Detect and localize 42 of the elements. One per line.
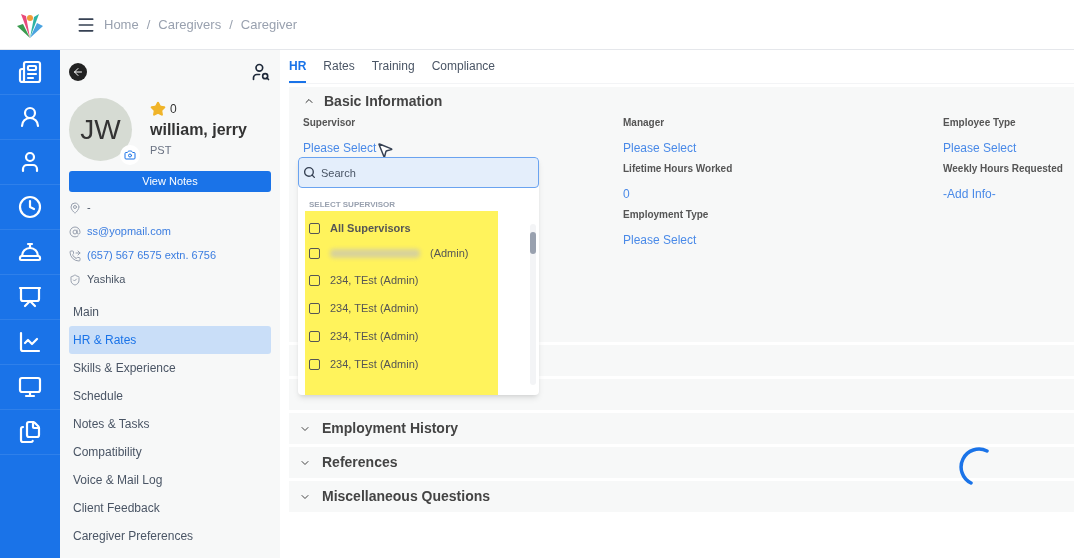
dropdown-option[interactable]: All Supervisors [305, 216, 498, 241]
dropdown-option[interactable]: 234, TEst (Admin) [305, 266, 498, 294]
field-label: Supervisor [303, 116, 357, 130]
contact-text: - [87, 200, 91, 216]
field-label: Weekly Hours Requested [943, 162, 1064, 176]
nav-item[interactable]: Caregiver Preferences [69, 522, 271, 550]
tab[interactable]: Training [371, 57, 415, 83]
nav-item[interactable]: Client Feedback [69, 494, 271, 522]
contact-text: Yashika [87, 272, 126, 288]
dropdown-option[interactable]: 234, TEst (Admin) [305, 350, 498, 378]
avatar: JW [69, 98, 132, 161]
tab[interactable]: Compliance [431, 57, 495, 83]
caregiver-name: william, jerry [150, 120, 247, 141]
nav-item[interactable]: Notes & Tasks [69, 410, 271, 438]
contact-link[interactable]: (657) 567 6575 extn. 6756 [87, 247, 217, 264]
field-label: Employment Type [623, 208, 710, 222]
dropdown-option[interactable]: 234, TEst (Admin) [305, 294, 498, 322]
nav-item[interactable]: Main [69, 298, 271, 326]
nav-item[interactable]: Compatibility [69, 438, 271, 466]
tab[interactable]: HR [289, 57, 307, 83]
nav-item[interactable]: Schedule [69, 382, 271, 410]
dropdown-option[interactable]: (Admin) [305, 241, 498, 266]
section-header[interactable]: References [289, 447, 1074, 478]
section-header[interactable]: Employment History [289, 413, 1074, 444]
section-header[interactable]: Basic Information [303, 92, 1074, 110]
breadcrumb-separator: / [146, 15, 151, 34]
field-label: Employee Type [943, 116, 1017, 130]
section-header[interactable]: Miscellaneous Questions [289, 481, 1074, 512]
dropdown-heading: SELECT SUPERVISOR [308, 199, 397, 209]
breadcrumb-separator: / [229, 15, 233, 34]
nav-item[interactable]: Voice & Mail Log [69, 466, 271, 494]
timezone: PST [150, 143, 173, 159]
view-notes-button[interactable]: View Notes [69, 171, 271, 192]
field-label: Manager [623, 116, 666, 130]
nav-item[interactable]: Skills & Experience [69, 354, 271, 382]
field-value-link[interactable]: -Add Info- [943, 185, 996, 203]
dropdown-option[interactable]: 234, TEst (Admin) [305, 322, 498, 350]
field-label: Lifetime Hours Worked [623, 162, 734, 176]
tab[interactable]: Rates [323, 57, 355, 83]
rating-count: 0 [170, 101, 177, 119]
search-field[interactable]: Search [298, 157, 539, 188]
contact-link[interactable]: ss@yopmail.com [87, 223, 171, 240]
